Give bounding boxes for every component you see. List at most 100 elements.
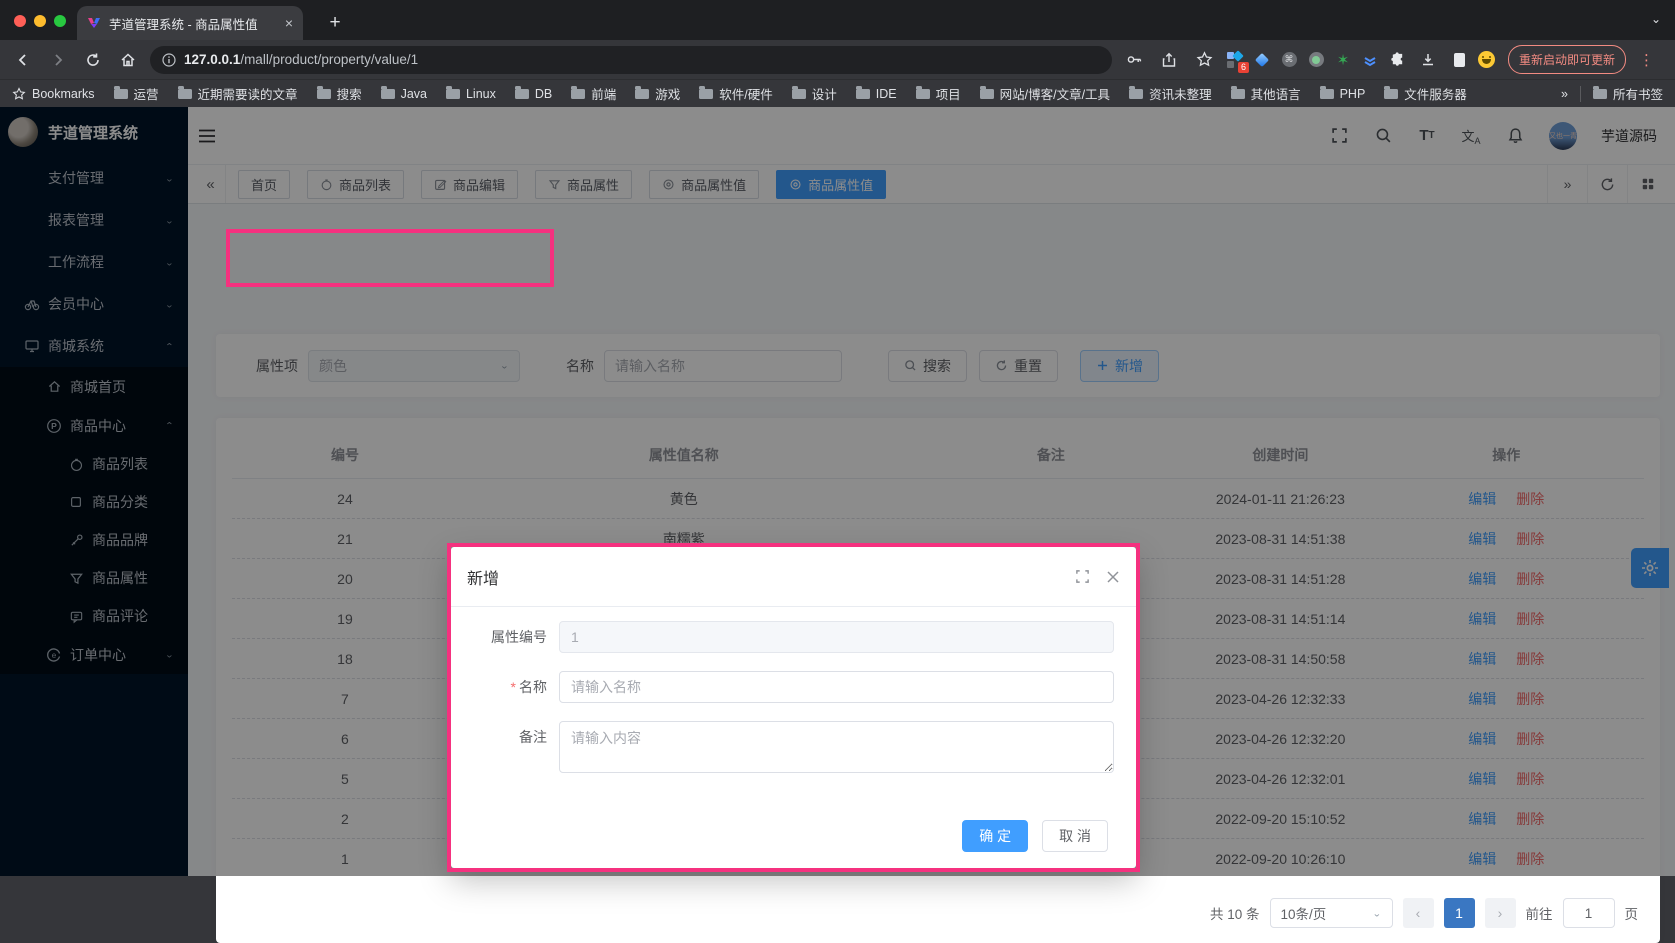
url-text: 127.0.0.1/mall/product/property/value/1 (184, 52, 418, 67)
bookmark-folder[interactable]: 前端 (571, 84, 616, 103)
bookmark-folder[interactable]: Java (381, 87, 427, 101)
confirm-button[interactable]: 确 定 (962, 820, 1028, 852)
url-bar[interactable]: 127.0.0.1/mall/product/property/value/1 (150, 46, 1112, 74)
new-tab-button[interactable]: + (322, 10, 348, 36)
bookmark-folder[interactable]: 网站/博客/文章/工具 (980, 84, 1110, 103)
browser-toolbar: 127.0.0.1/mall/product/property/value/1 … (0, 40, 1675, 79)
folder-icon (699, 89, 713, 99)
screenshot-root: { "chrome": { "tab_title": "芋道管理系统 - 商品属… (0, 0, 1675, 876)
chrome-update-button[interactable]: 重新启动即可更新 (1508, 45, 1626, 74)
browser-tab[interactable]: 芋道管理系统 - 商品属性值 × (77, 6, 303, 40)
forward-icon[interactable] (45, 47, 71, 73)
pagination-total: 共 10 条 (1210, 903, 1260, 923)
dialog-close-icon[interactable] (1106, 570, 1120, 584)
favicon (87, 16, 101, 30)
password-key-icon[interactable] (1121, 47, 1147, 73)
page-unit-label: 页 (1625, 903, 1639, 923)
folder-icon (178, 89, 192, 99)
folder-icon (1593, 89, 1607, 99)
divider (1580, 86, 1581, 102)
bookmark-folder[interactable]: 文件服务器 (1384, 84, 1467, 103)
cancel-button[interactable]: 取 消 (1042, 820, 1108, 852)
reader-mode-icon[interactable] (1450, 51, 1468, 69)
traffic-lights (14, 15, 66, 27)
bookmark-folder[interactable]: PHP (1320, 87, 1366, 101)
dialog-name-label: *名称 (459, 671, 559, 703)
required-asterisk: * (511, 679, 516, 695)
folder-icon (1129, 89, 1143, 99)
star-icon (12, 87, 26, 101)
next-page-button[interactable]: › (1485, 898, 1516, 928)
add-dialog: 新增 属性编号 *名称 备注 确 定 取 消 (451, 547, 1136, 868)
attr-id-label: 属性编号 (459, 621, 559, 653)
extension-green-star-icon[interactable]: ✶ (1334, 51, 1352, 69)
browser-tab-strip: 芋道管理系统 - 商品属性值 × + ⌄ (0, 0, 1675, 40)
dialog-footer: 确 定 取 消 (962, 820, 1108, 852)
folder-icon (916, 89, 930, 99)
bookmark-folder[interactable]: 近期需要读的文章 (178, 84, 298, 103)
bookmark-folder[interactable]: 游戏 (635, 84, 680, 103)
extension-tiles-icon[interactable]: 6 (1226, 51, 1244, 69)
folder-icon (446, 89, 460, 99)
bookmark-folder[interactable]: 项目 (916, 84, 961, 103)
folder-icon (571, 89, 585, 99)
folder-icon (114, 89, 128, 99)
bookmark-folder[interactable]: 软件/硬件 (699, 84, 772, 103)
bookmarks-manager[interactable]: Bookmarks (12, 87, 95, 101)
all-bookmarks[interactable]: 所有书签 (1593, 84, 1663, 103)
bookmarks-overflow-chevron[interactable]: » (1561, 87, 1568, 101)
dialog-name-input[interactable] (559, 671, 1114, 703)
extension-metronome-icon[interactable]: ⌘ (1280, 51, 1298, 69)
share-icon[interactable] (1156, 47, 1182, 73)
minimize-window-button[interactable] (34, 15, 46, 27)
bookmarks-bar: Bookmarks 运营 近期需要读的文章 搜索 Java Linux DB 前… (0, 79, 1675, 107)
bookmark-folder[interactable]: 搜索 (317, 84, 362, 103)
folder-icon (317, 89, 331, 99)
bookmark-folder[interactable]: 资讯未整理 (1129, 84, 1212, 103)
page-number-1[interactable]: 1 (1444, 898, 1475, 928)
bookmark-star-icon[interactable] (1191, 47, 1217, 73)
back-icon[interactable] (10, 47, 36, 73)
bookmark-folder[interactable]: DB (515, 87, 552, 101)
site-info-icon[interactable] (162, 53, 176, 67)
dialog-header: 新增 (451, 547, 1136, 607)
extension-puzzle-icon[interactable] (1388, 51, 1406, 69)
profile-avatar-emoji[interactable] (1477, 51, 1495, 69)
bookmark-folder[interactable]: Linux (446, 87, 496, 101)
bookmark-folder[interactable]: 其他语言 (1231, 84, 1301, 103)
extension-badge: 6 (1238, 62, 1249, 73)
prev-page-button[interactable]: ‹ (1403, 898, 1434, 928)
extension-kite-icon[interactable] (1253, 51, 1271, 69)
dialog-title: 新增 (467, 565, 499, 589)
page-size-select[interactable]: 10条/页 ⌄ (1270, 898, 1393, 928)
tab-search-chevron-icon[interactable]: ⌄ (1651, 12, 1661, 26)
folder-icon (1231, 89, 1245, 99)
pagination: 共 10 条 10条/页 ⌄ ‹ 1 › 前往 页 (1210, 898, 1638, 928)
chrome-menu-icon[interactable]: ⋮ (1635, 51, 1659, 69)
attr-id-input (559, 621, 1114, 653)
tab-close-icon[interactable]: × (285, 15, 293, 31)
dialog-remark-label: 备注 (459, 721, 559, 753)
folder-icon (1320, 89, 1334, 99)
extension-layers-icon[interactable] (1361, 51, 1379, 69)
folder-icon (515, 89, 529, 99)
folder-icon (635, 89, 649, 99)
reload-icon[interactable] (80, 47, 106, 73)
folder-icon (1384, 89, 1398, 99)
dialog-fullscreen-icon[interactable] (1075, 569, 1090, 584)
folder-icon (980, 89, 994, 99)
bookmark-folder[interactable]: 设计 (792, 84, 837, 103)
home-icon[interactable] (115, 47, 141, 73)
bookmark-folder[interactable]: IDE (856, 87, 897, 101)
extension-green-dot-icon[interactable] (1307, 51, 1325, 69)
goto-page-input[interactable] (1563, 898, 1615, 928)
bookmark-folder[interactable]: 运营 (114, 84, 159, 103)
maximize-window-button[interactable] (54, 15, 66, 27)
downloads-icon[interactable] (1415, 47, 1441, 73)
browser-tab-title: 芋道管理系统 - 商品属性值 (109, 14, 277, 33)
dialog-remark-textarea[interactable] (559, 721, 1114, 773)
folder-icon (381, 89, 395, 99)
goto-label: 前往 (1526, 903, 1553, 923)
chevron-down-icon: ⌄ (1372, 908, 1381, 918)
close-window-button[interactable] (14, 15, 26, 27)
